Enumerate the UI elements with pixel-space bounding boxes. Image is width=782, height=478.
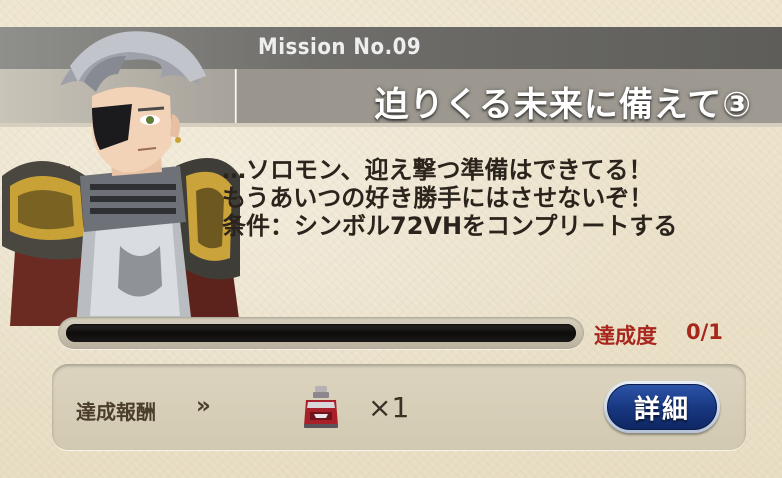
reward-label: 達成報酬 xyxy=(76,400,156,424)
reward-quantity: ×1 xyxy=(368,391,410,424)
mission-condition: 条件：シンボル72VHをコンプリートする xyxy=(222,212,678,240)
dialogue-line: もうあいつの好き勝手にはさせないぞ！ xyxy=(222,184,654,212)
dialogue-line: …ソロモン、迎え撃つ準備はできてる！ xyxy=(222,156,653,184)
mission-title: 迫りくる未来に備えて③ xyxy=(374,85,752,125)
double-chevron-icon: » xyxy=(196,393,211,419)
progress-count: 0/1 xyxy=(686,320,723,344)
detail-button[interactable]: 詳細 xyxy=(604,381,720,433)
progress-label: 達成度 xyxy=(594,324,657,348)
mission-dialogue: …ソロモン、迎え撃つ準備はできてる！ もうあいつの好き勝手にはさせないぞ！ 条件… xyxy=(222,156,742,240)
progress-bar xyxy=(58,317,584,349)
mission-number: Mission No.09 xyxy=(258,35,422,60)
detail-button-label: 詳細 xyxy=(633,394,690,425)
detail-button-face[interactable]: 詳細 xyxy=(607,384,717,430)
mission-panel: Mission No.09 迫りくる未来に備えて③ …ソロモン、迎え撃つ準備はで… xyxy=(0,0,782,478)
progress-bar-track xyxy=(66,324,576,342)
treasure-bottle-icon xyxy=(304,386,338,428)
reward-box: 達成報酬 » ×1 詳細 xyxy=(52,364,746,450)
